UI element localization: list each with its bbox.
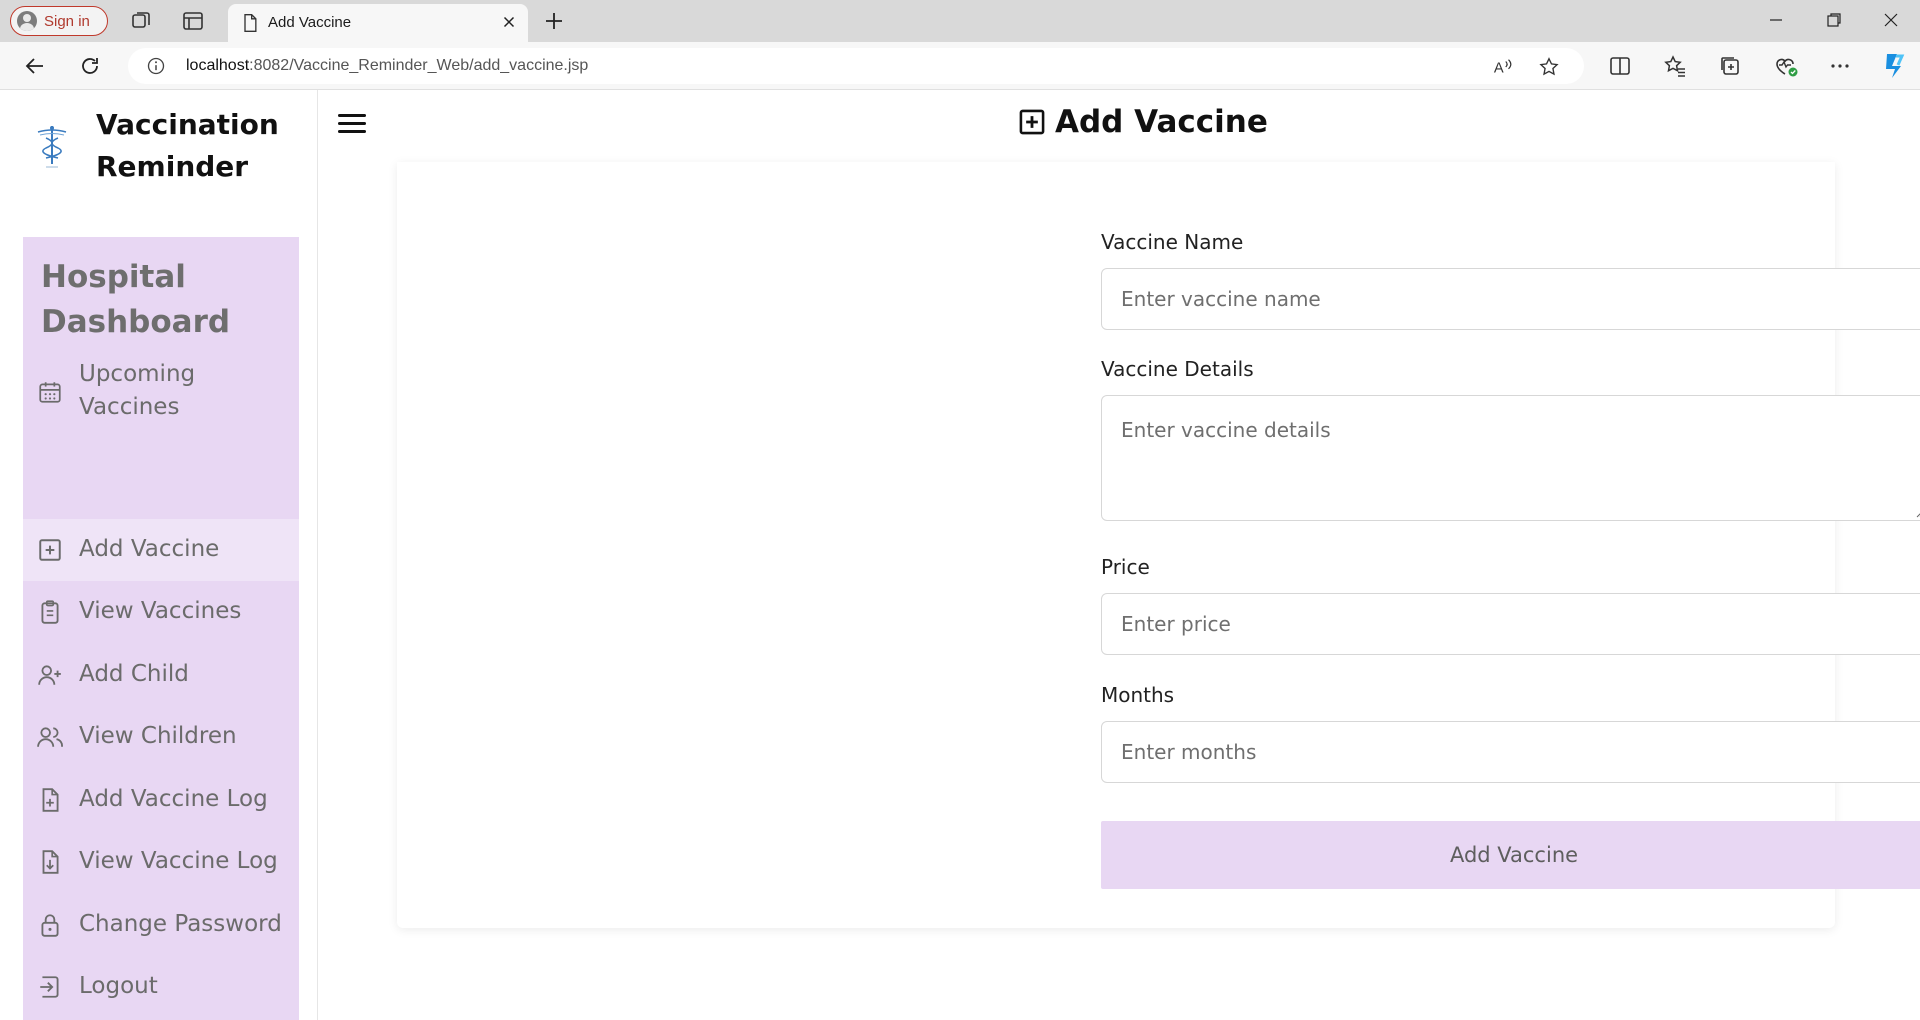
file-download-icon xyxy=(42,850,59,874)
more-options-icon[interactable] xyxy=(1828,54,1852,78)
logout-icon xyxy=(40,976,59,998)
profile-avatar-icon xyxy=(17,11,37,31)
vaccine-details-textarea[interactable]: Enter vaccine details xyxy=(1101,395,1920,521)
close-window-icon[interactable] xyxy=(1881,10,1901,30)
brand-name: Vaccination Reminder xyxy=(96,108,279,183)
svg-text:A: A xyxy=(1494,61,1504,77)
sidebar-item-label: Upcoming Vaccines xyxy=(79,361,196,420)
minimize-icon[interactable] xyxy=(1766,10,1786,30)
sidebar-item-change-password[interactable]: Change Password xyxy=(23,894,299,956)
site-info-icon[interactable] xyxy=(146,56,166,76)
vaccine-name-input[interactable]: Enter vaccine name xyxy=(1101,268,1920,330)
browser-essentials-icon[interactable] xyxy=(1773,54,1799,78)
sign-in-button[interactable]: Sign in xyxy=(10,6,108,36)
price-input[interactable]: Enter price xyxy=(1101,593,1920,655)
menu-toggle-icon[interactable] xyxy=(338,114,366,136)
close-tab-icon[interactable] xyxy=(500,13,518,31)
sidebar-item-label: Add Vaccine xyxy=(79,536,220,562)
sign-in-label: Sign in xyxy=(44,12,90,30)
brand: Vaccination Reminder xyxy=(28,104,318,204)
app-root: Vaccination Reminder Hospital Dashboard … xyxy=(0,90,1920,1020)
sidebar-item-view-vaccines[interactable]: View Vaccines xyxy=(23,581,299,644)
plus-square-icon xyxy=(1019,109,1045,135)
caduceus-logo-icon xyxy=(37,126,67,168)
sidebar-item-label: Add Child xyxy=(79,661,189,687)
workspaces-icon[interactable] xyxy=(129,9,153,33)
sidebar-item-upcoming-vaccines[interactable]: Upcoming Vaccines xyxy=(23,355,299,427)
sidebar-item-label: View Vaccines xyxy=(79,598,242,624)
months-label: Months xyxy=(1101,683,1175,707)
refresh-icon[interactable] xyxy=(77,54,103,78)
collections-icon[interactable] xyxy=(1718,54,1742,78)
months-input[interactable]: Enter months xyxy=(1101,721,1920,783)
tab-title: Add Vaccine xyxy=(268,14,352,31)
vaccine-name-placeholder: Enter vaccine name xyxy=(1121,287,1321,311)
sidebar-item-add-vaccine[interactable]: Add Vaccine xyxy=(23,519,299,581)
user-plus-icon xyxy=(38,665,61,685)
url-path: :8082/Vaccine_Reminder_Web/add_vaccine.j… xyxy=(249,57,589,74)
plus-square-icon xyxy=(39,539,61,561)
sidebar-item-add-child[interactable]: Add Child xyxy=(23,644,299,706)
tab-actions-icon[interactable] xyxy=(181,9,205,33)
url-host: localhost xyxy=(186,57,250,74)
sidebar-item-view-children[interactable]: View Children xyxy=(23,706,299,769)
page-icon xyxy=(244,14,257,32)
new-tab-icon[interactable] xyxy=(542,9,566,33)
calendar-icon xyxy=(39,382,61,403)
tab-add-vaccine[interactable]: Add Vaccine xyxy=(228,4,528,42)
sidebar: Vaccination Reminder Hospital Dashboard … xyxy=(0,90,318,1020)
vaccine-name-label: Vaccine Name xyxy=(1101,230,1244,254)
menu-title: Hospital Dashboard xyxy=(41,259,231,340)
add-vaccine-button[interactable]: Add Vaccine xyxy=(1101,821,1920,889)
resize-handle-icon[interactable] xyxy=(1914,508,1920,518)
months-placeholder: Enter months xyxy=(1121,740,1257,764)
lock-icon xyxy=(41,914,59,937)
vaccine-details-label: Vaccine Details xyxy=(1101,357,1254,381)
top-bar: Add Vaccine xyxy=(318,90,1920,162)
sidebar-item-view-vaccine-log[interactable]: View Vaccine Log xyxy=(23,831,299,894)
vaccine-details-placeholder: Enter vaccine details xyxy=(1121,418,1331,442)
split-screen-icon[interactable] xyxy=(1608,54,1632,78)
sidebar-menu: Hospital Dashboard Upcoming Vaccines Add… xyxy=(23,237,299,1020)
page-title: Add Vaccine xyxy=(1018,104,1268,140)
favorite-star-icon[interactable] xyxy=(1538,56,1560,78)
sidebar-item-label: Logout xyxy=(79,973,158,999)
read-aloud-icon[interactable]: A xyxy=(1492,56,1514,78)
clipboard-icon xyxy=(41,600,59,624)
sidebar-item-label: Add Vaccine Log xyxy=(79,786,268,812)
browser-tab-bar: Sign in Add Vaccine xyxy=(0,0,1920,42)
price-placeholder: Enter price xyxy=(1121,612,1231,636)
sidebar-item-label: Change Password xyxy=(79,911,282,937)
file-plus-icon xyxy=(42,788,59,812)
favorites-icon[interactable] xyxy=(1663,54,1687,78)
price-label: Price xyxy=(1101,555,1150,579)
page-title-text: Add Vaccine xyxy=(1055,104,1268,140)
sidebar-item-label: View Children xyxy=(79,723,237,749)
url-text: localhost:8082/Vaccine_Reminder_Web/add_… xyxy=(186,57,588,75)
sidebar-item-add-vaccine-log[interactable]: Add Vaccine Log xyxy=(23,769,299,831)
form-card: Vaccine Name Enter vaccine name Vaccine … xyxy=(397,162,1920,928)
sidebar-item-logout[interactable]: Logout xyxy=(23,956,299,1018)
copilot-icon[interactable] xyxy=(1878,50,1910,82)
back-icon[interactable] xyxy=(22,54,48,78)
restore-icon[interactable] xyxy=(1824,10,1844,30)
users-icon xyxy=(37,727,63,747)
url-input[interactable]: localhost:8082/Vaccine_Reminder_Web/add_… xyxy=(128,48,1584,84)
sidebar-item-label: View Vaccine Log xyxy=(79,848,278,874)
address-bar-row: localhost:8082/Vaccine_Reminder_Web/add_… xyxy=(0,42,1920,90)
